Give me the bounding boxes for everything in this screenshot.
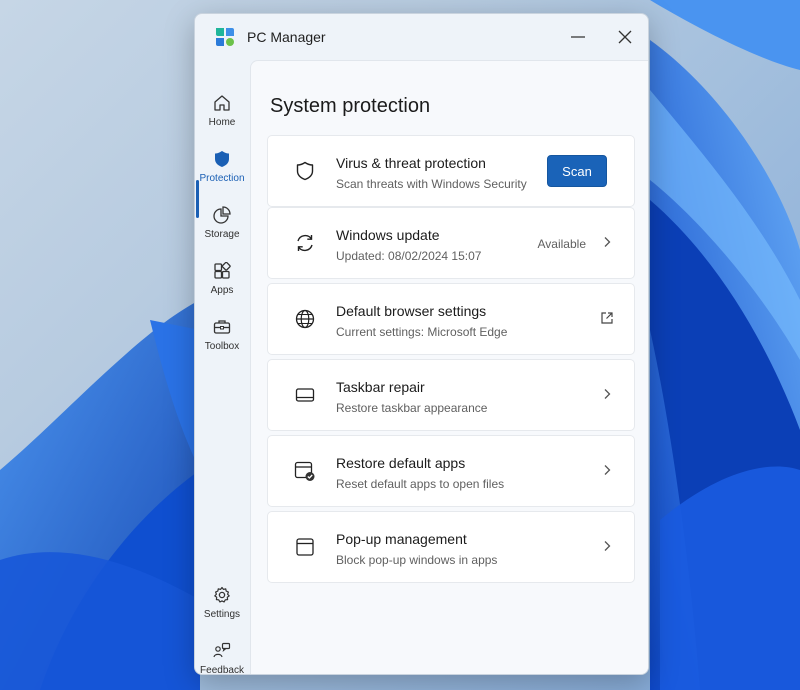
- sidebar-item-label: Storage: [204, 229, 240, 240]
- sidebar-item-label: Settings: [203, 609, 241, 620]
- scan-button[interactable]: Scan: [547, 155, 607, 187]
- card-title: Default browser settings: [336, 303, 487, 319]
- globe-icon: [294, 308, 316, 330]
- app-title: PC Manager: [247, 29, 326, 45]
- card-default-browser-settings[interactable]: Default browser settings Current setting…: [267, 283, 635, 355]
- title-bar[interactable]: PC Manager: [195, 14, 648, 60]
- sidebar-item-storage[interactable]: Storage: [195, 200, 249, 252]
- card-virus-threat-protection[interactable]: Virus & threat protection Scan threats w…: [267, 135, 635, 207]
- card-subtitle: Scan threats with Windows Security: [336, 177, 527, 191]
- external-link-icon: [600, 311, 614, 325]
- card-pop-up-management[interactable]: Pop-up management Block pop-up windows i…: [267, 511, 635, 583]
- taskbar-icon: [294, 384, 316, 406]
- window-icon: [294, 536, 316, 558]
- update-status: Available: [537, 237, 586, 251]
- app-window: PC Manager Home Protection Storage Apps …: [194, 13, 649, 675]
- toolbox-icon: [211, 316, 233, 338]
- card-subtitle: Current settings: Microsoft Edge: [336, 325, 508, 339]
- sidebar-item-label: Protection: [199, 173, 245, 184]
- card-title: Virus & threat protection: [336, 155, 486, 171]
- minimize-icon: [571, 36, 585, 38]
- sidebar-item-protection[interactable]: Protection: [195, 144, 249, 196]
- card-subtitle: Reset default apps to open files: [336, 477, 505, 491]
- card-restore-default-apps[interactable]: Restore default apps Reset default apps …: [267, 435, 635, 507]
- chevron-right-icon: [600, 463, 614, 477]
- sidebar-item-home[interactable]: Home: [195, 88, 249, 140]
- close-button[interactable]: [607, 22, 643, 52]
- card-title: Pop-up management: [336, 531, 467, 547]
- card-subtitle: Updated: 08/02/2024 15:07: [336, 249, 482, 263]
- card-taskbar-repair[interactable]: Taskbar repair Restore taskbar appearanc…: [267, 359, 635, 431]
- page-title: System protection: [270, 95, 431, 117]
- feedback-icon: [211, 640, 233, 662]
- sidebar-item-settings[interactable]: Settings: [195, 580, 249, 632]
- sidebar-item-toolbox[interactable]: Toolbox: [195, 312, 249, 364]
- sidebar-item-apps[interactable]: Apps: [195, 256, 249, 308]
- card-title: Windows update: [336, 227, 440, 243]
- sync-icon: [294, 232, 316, 254]
- default-apps-icon: [294, 460, 316, 482]
- card-subtitle: Restore taskbar appearance: [336, 401, 488, 415]
- card-title: Taskbar repair: [336, 379, 425, 395]
- sidebar: Home Protection Storage Apps Toolbox Set…: [195, 60, 249, 675]
- apps-icon: [211, 260, 233, 282]
- shield-icon: [211, 148, 233, 170]
- chevron-right-icon: [600, 235, 614, 249]
- sidebar-item-label: Feedback: [200, 665, 244, 675]
- card-windows-update[interactable]: Windows update Updated: 08/02/2024 15:07…: [267, 207, 635, 279]
- card-title: Restore default apps: [336, 455, 466, 471]
- chevron-right-icon: [600, 539, 614, 553]
- minimize-button[interactable]: [560, 22, 596, 52]
- pc-manager-logo: [216, 28, 234, 46]
- chevron-right-icon: [600, 387, 614, 401]
- home-icon: [211, 92, 233, 114]
- sidebar-item-label: Home: [208, 117, 236, 128]
- shield-outline-icon: [294, 160, 316, 182]
- sidebar-item-label: Apps: [210, 285, 234, 296]
- pie-chart-icon: [211, 204, 233, 226]
- gear-icon: [211, 584, 233, 606]
- sidebar-item-label: Toolbox: [204, 341, 240, 352]
- main-content: System protection Virus & threat protect…: [250, 60, 648, 674]
- card-subtitle: Block pop-up windows in apps: [336, 553, 498, 567]
- sidebar-item-feedback[interactable]: Feedback: [195, 636, 249, 675]
- close-icon: [618, 30, 632, 44]
